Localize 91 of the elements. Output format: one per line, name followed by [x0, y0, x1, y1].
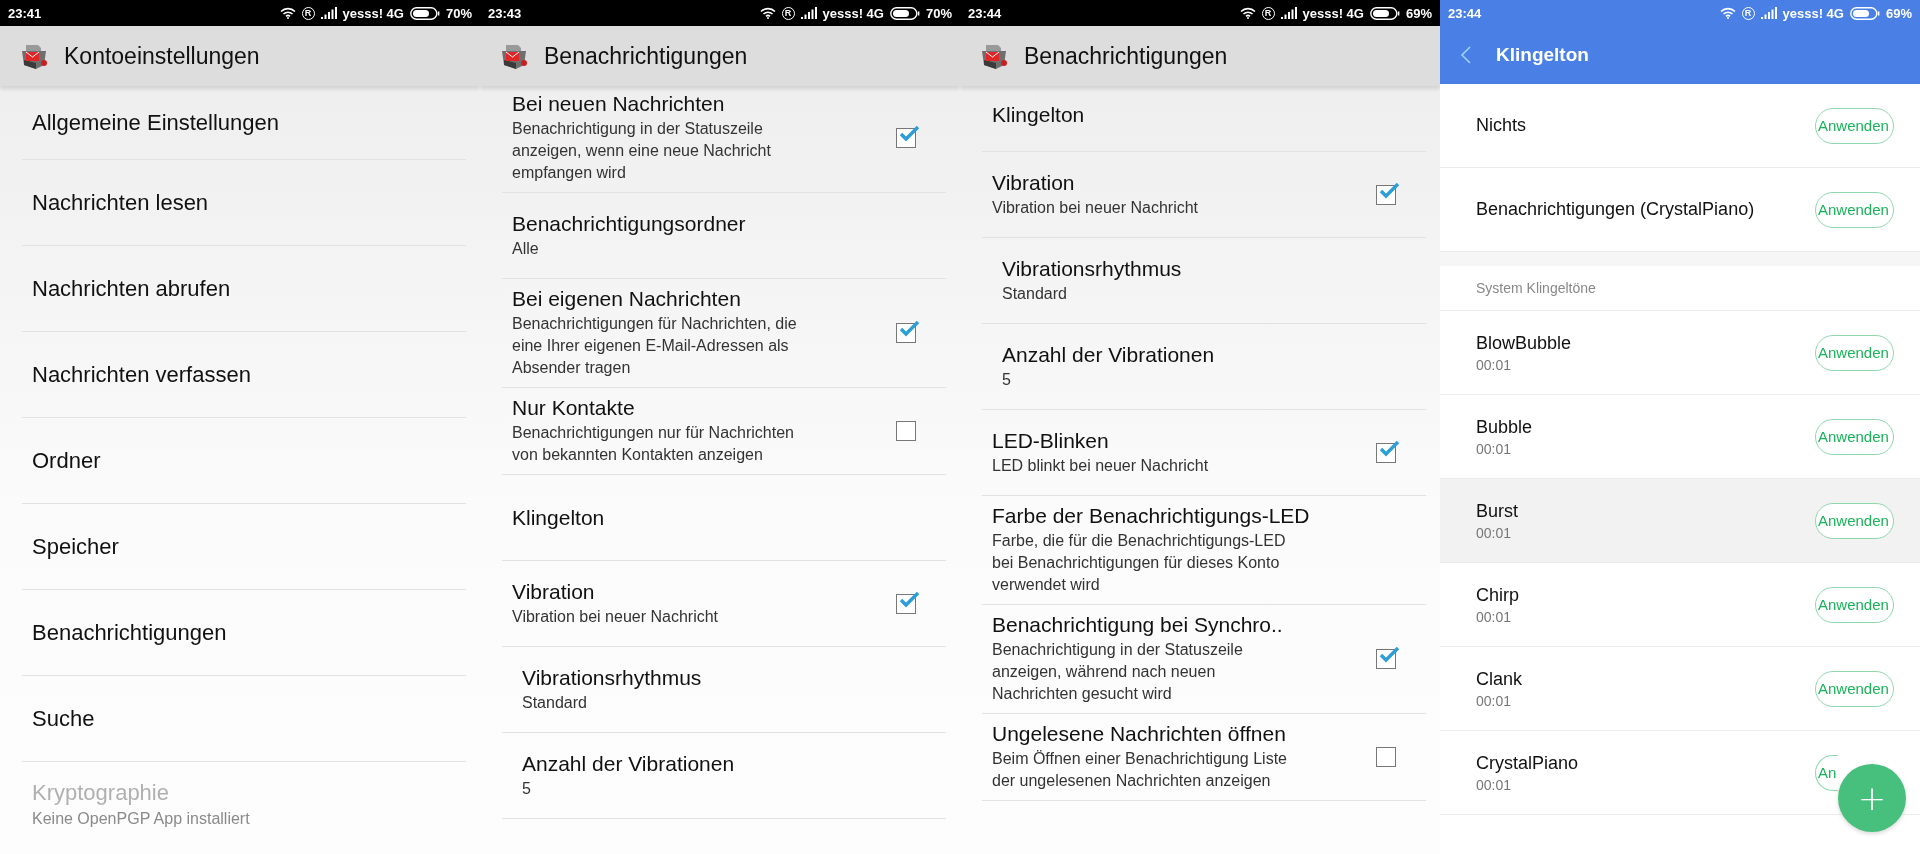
ringtone-row[interactable]: Chirp 00:01 Anwenden: [1440, 563, 1920, 647]
setting-title[interactable]: LED-Blinken: [992, 428, 1366, 453]
setting-summary: Benachrichtigung in der Statuszeile anzeigen, während nach neuen Nachrichten gesucht wird: [992, 640, 1244, 704]
ringtone-duration: 00:01: [1476, 440, 1513, 457]
setting-summary: Beim Öffnen einer Benachrichtigung Liste der ungelesenen Nachrichten anzeigen: [992, 749, 1288, 791]
ringtone-row[interactable]: BlowBubble 00:01 Anwenden: [1440, 311, 1920, 395]
status-time: 23:43: [488, 5, 522, 21]
setting-title[interactable]: Klingelton: [512, 505, 936, 530]
setting-title[interactable]: Klingelton: [992, 102, 1416, 127]
setting-summary: Benachrichtigungen für Nachrichten, die eine Ihrer eigenen E-Mail-Adressen als Absender tragen: [512, 314, 798, 378]
battery-percent: 70%: [445, 5, 472, 21]
checkbox[interactable]: [896, 421, 916, 441]
setting-title[interactable]: Bei neuen Nachrichten: [512, 92, 886, 116]
setting-title[interactable]: Nachrichten verfassen: [32, 361, 456, 388]
signal-icon: [800, 7, 817, 19]
wifi-icon: [759, 7, 776, 19]
setting-title[interactable]: Vibration: [512, 579, 886, 604]
signal-icon: [1280, 7, 1297, 19]
setting-title[interactable]: Farbe der Benachrichtigungs-LED: [992, 504, 1416, 528]
setting-summary: 5: [522, 778, 532, 799]
signal-icon: [320, 7, 337, 19]
battery-percent: 69%: [1885, 5, 1912, 21]
setting-title[interactable]: Vibration: [992, 170, 1366, 195]
ringtone-row[interactable]: Clank 00:01 Anwenden: [1440, 647, 1920, 731]
setting-title[interactable]: Nur Kontakte: [512, 396, 886, 420]
ringtone-duration: 00:01: [1476, 524, 1513, 541]
setting-summary: Benachrichtigungen nur für Nachrichten von bekannten Kontakten anzeigen: [512, 423, 795, 465]
ringtone-name: Clank: [1476, 668, 1523, 690]
setting-title[interactable]: Vibrationsrhythmus: [1002, 256, 1416, 281]
setting-title[interactable]: Allgemeine Einstellungen: [32, 109, 456, 136]
setting-summary: Vibration bei neuer Nachricht: [512, 606, 720, 627]
checkbox[interactable]: [1376, 747, 1396, 767]
ringtone-name: Nichts: [1476, 115, 1526, 136]
battery-icon: [1369, 6, 1400, 20]
setting-summary: Standard: [522, 692, 588, 713]
setting-summary: Alle: [512, 238, 540, 259]
ringtone-name: Chirp: [1476, 584, 1519, 606]
status-time: 23:41: [8, 5, 42, 21]
ringtone-name: Burst: [1476, 500, 1518, 522]
ringtone-duration: 00:01: [1476, 608, 1513, 625]
status-time: 23:44: [1448, 5, 1482, 21]
setting-summary: Benachrichtigung in der Statuszeile anzeigen, wenn eine neue Nachricht empfangen wird: [512, 119, 772, 183]
battery-icon: [889, 6, 920, 20]
setting-title[interactable]: Vibrationsrhythmus: [522, 665, 936, 690]
setting-summary: LED blinkt bei neuer Nachricht: [992, 455, 1210, 476]
screen-title: Klingelton: [1496, 44, 1589, 66]
carrier-label: yesss! 4G: [1302, 5, 1364, 21]
setting-title[interactable]: Bei eigenen Nachrichten: [512, 287, 886, 311]
setting-summary: Farbe, die für die Benachrichtigungs-LED bei Benachrichtigungen für dieses Konto verwendet wird: [992, 531, 1287, 595]
wifi-icon: [1719, 7, 1736, 19]
ringtone-duration: 00:01: [1476, 356, 1513, 373]
battery-icon: [1849, 6, 1880, 20]
ringtone-duration: 00:01: [1476, 692, 1513, 709]
setting-title[interactable]: Anzahl der Vibrationen: [1002, 342, 1416, 367]
ringtone-duration: 00:01: [1476, 776, 1513, 793]
back-icon: [1460, 45, 1472, 65]
ringtone-name: CrystalPiano: [1476, 752, 1579, 774]
status-time: 23:44: [968, 5, 1002, 21]
setting-title[interactable]: Ungelesene Nachrichten öffnen: [992, 722, 1366, 746]
setting-title[interactable]: Ordner: [32, 447, 456, 474]
ringtone-name: Bubble: [1476, 416, 1533, 438]
setting-title[interactable]: Benachrichtigungsordner: [512, 211, 936, 236]
setting-title[interactable]: Speicher: [32, 533, 456, 560]
setting-title[interactable]: Benachrichtigung bei Synchro..: [992, 613, 1366, 637]
setting-summary: 5: [1002, 369, 1012, 390]
section-header: System Klingeltöne: [1476, 280, 1596, 296]
ringtone-row[interactable]: Burst 00:01 Anwenden: [1440, 479, 1920, 563]
setting-title[interactable]: Nachrichten abrufen: [32, 275, 456, 302]
battery-percent: 70%: [925, 5, 952, 21]
setting-summary: Standard: [1002, 283, 1068, 304]
setting-title[interactable]: Nachrichten lesen: [32, 189, 456, 216]
setting-summary: Keine OpenPGP App installiert: [32, 809, 251, 829]
screen-title: Kontoeinstellungen: [64, 42, 260, 70]
screen-title: Benachrichtigungen: [1024, 42, 1228, 70]
setting-title[interactable]: Benachrichtigungen: [32, 619, 456, 646]
wifi-icon: [1239, 7, 1256, 19]
signal-icon: [1760, 7, 1777, 19]
setting-title: Kryptographie: [32, 780, 170, 806]
battery-percent: 69%: [1405, 5, 1432, 21]
carrier-label: yesss! 4G: [822, 5, 884, 21]
wifi-icon: [279, 7, 296, 19]
carrier-label: yesss! 4G: [1782, 5, 1844, 21]
setting-summary: Vibration bei neuer Nachricht: [992, 197, 1200, 218]
setting-title[interactable]: Suche: [32, 705, 456, 732]
carrier-label: yesss! 4G: [342, 5, 404, 21]
ringtone-name: BlowBubble: [1476, 332, 1572, 354]
battery-icon: [409, 6, 440, 20]
setting-title[interactable]: Anzahl der Vibrationen: [522, 751, 936, 776]
ringtone-name: Benachrichtigungen (CrystalPiano): [1476, 199, 1755, 220]
screen-title: Benachrichtigungen: [544, 42, 748, 70]
ringtone-row[interactable]: Nichts Anwenden: [1440, 84, 1920, 168]
